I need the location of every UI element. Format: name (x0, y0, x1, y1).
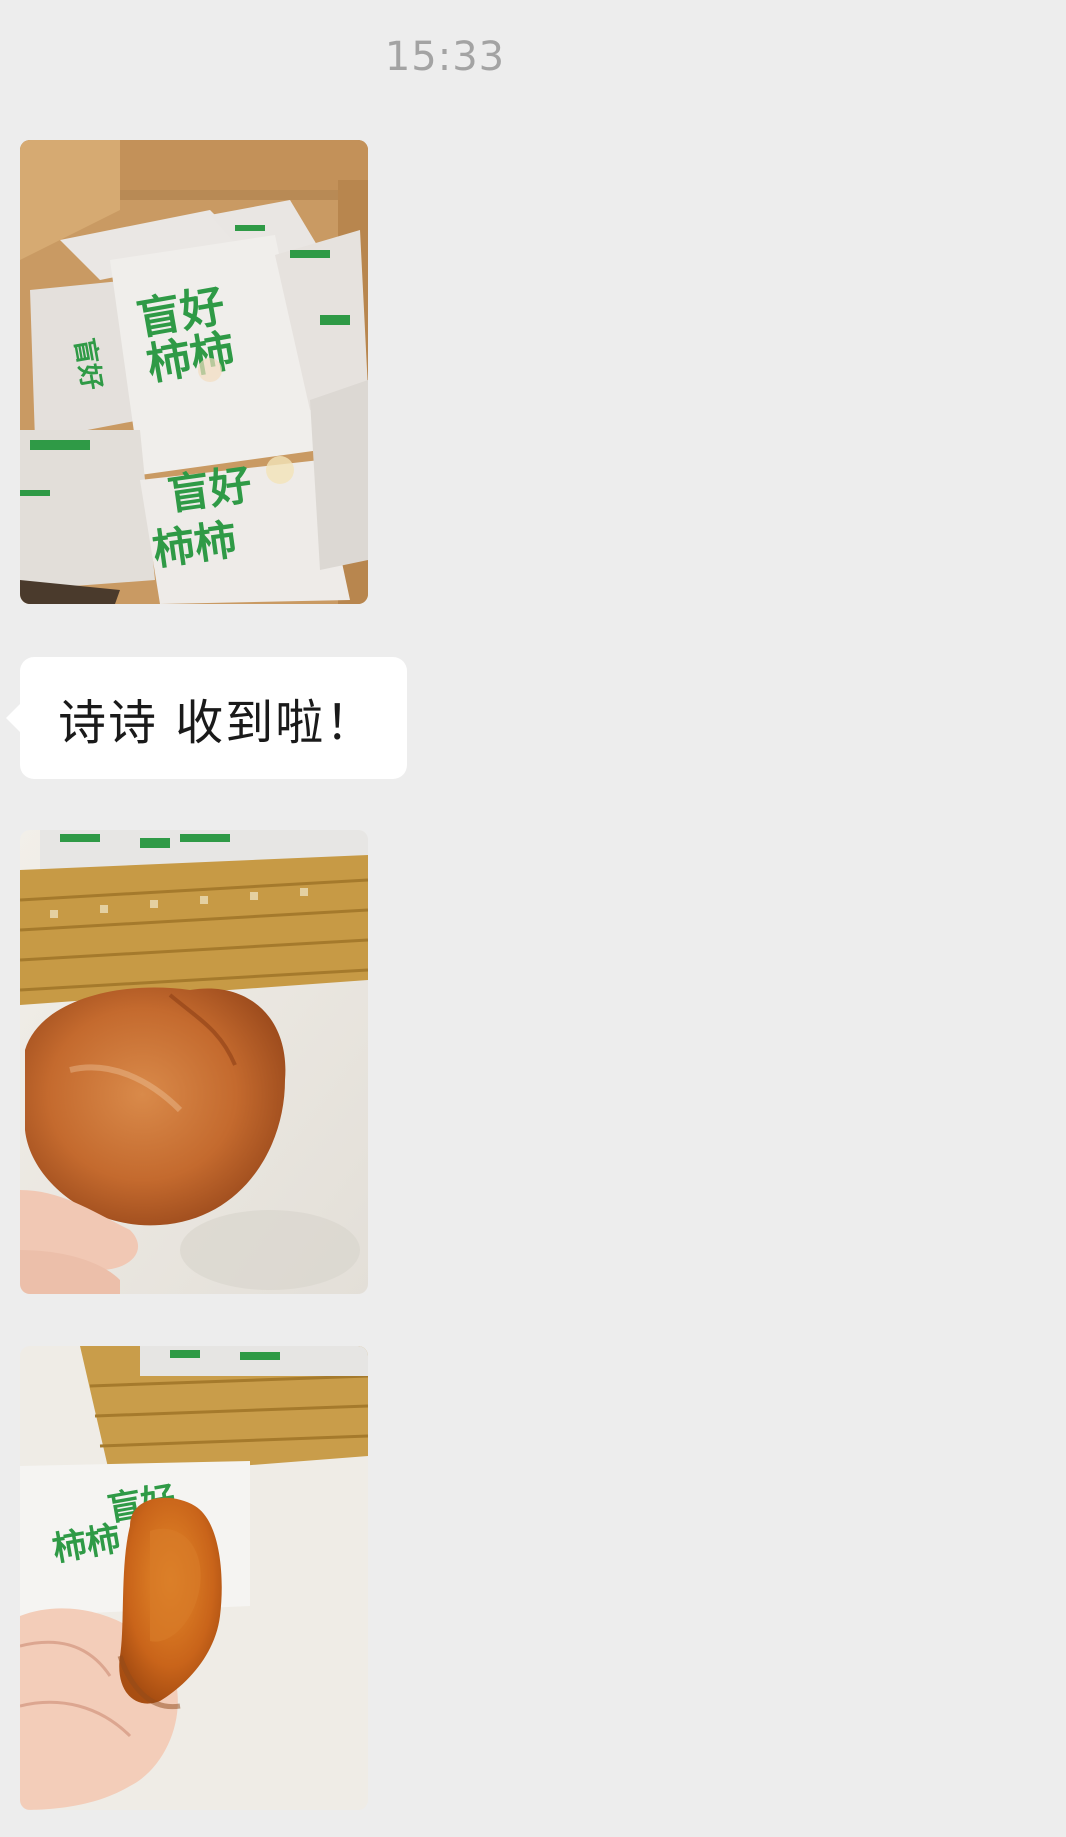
bitten-persimmon-image: 盲好 柿柿 (20, 1346, 368, 1810)
chat-image-bitten-persimmon[interactable]: 盲好 柿柿 (20, 1346, 368, 1810)
persimmon-box-image: 盲好 柿柿 盲好 柿柿 盲好 (20, 140, 368, 604)
chat-image-persimmon-box[interactable]: 盲好 柿柿 盲好 柿柿 盲好 (20, 140, 368, 604)
chat-message-text: 诗诗 收到啦！ (58, 695, 376, 751)
chat-message-bubble[interactable]: 诗诗 收到啦！ (6, 657, 407, 779)
chat-timestamp: 15:33 (384, 34, 506, 80)
chat-image-dried-persimmon[interactable] (20, 830, 368, 1294)
dried-persimmon-image (20, 830, 368, 1294)
